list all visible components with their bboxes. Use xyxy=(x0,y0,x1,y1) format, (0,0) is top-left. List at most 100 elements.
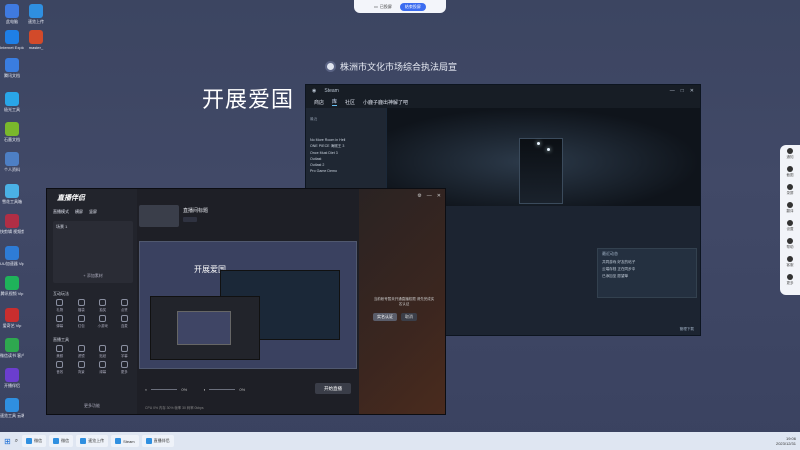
taskbar-app[interactable]: Steam xyxy=(111,435,139,447)
desktop-icon[interactable]: 此电脑 xyxy=(0,4,24,24)
mic-slider[interactable] xyxy=(151,389,178,390)
right-toolbar-item[interactable]: 截图 xyxy=(780,163,800,181)
close-icon[interactable]: ✕ xyxy=(437,193,441,199)
stream-title[interactable]: 直播间标题 xyxy=(183,207,208,214)
taskbar-app[interactable]: 直播伴侣 xyxy=(141,435,174,447)
desktop-icon[interactable]: master_ xyxy=(24,30,48,50)
scene-item[interactable]: 场景 1 xyxy=(53,221,133,233)
tool-button[interactable]: 美颜 xyxy=(49,345,71,358)
search-icon[interactable]: ⌕ xyxy=(15,438,18,445)
desktop-icon[interactable]: 速览上传 xyxy=(24,4,48,24)
app-icon xyxy=(5,4,19,18)
taskbar-app[interactable]: 微信 xyxy=(22,435,47,447)
desktop-icon[interactable]: 速览工具 云端版 xyxy=(0,398,24,418)
clock[interactable]: 19:06 2023/12/31 xyxy=(776,436,796,446)
desktop-icon[interactable]: UU加速器 Vip xyxy=(0,246,24,266)
tool-button[interactable]: 背景 xyxy=(71,361,93,374)
right-toolbar-item[interactable]: 帮助 xyxy=(780,235,800,253)
desktop-icon[interactable]: 腾讯视频 Vip xyxy=(0,276,24,296)
toolbar-icon xyxy=(787,256,793,262)
tool-button[interactable]: 滤镜 xyxy=(71,345,93,358)
app-icon xyxy=(5,276,19,290)
monitor-indicator: ▭ 已投屏 xyxy=(374,4,392,10)
start-stream-button[interactable]: 开始直播 xyxy=(315,383,351,394)
speaker-slider[interactable] xyxy=(209,389,236,390)
tab-portrait[interactable]: 竖屏 xyxy=(89,209,97,215)
taskbar-app[interactable]: 速览上传 xyxy=(76,435,109,447)
stop-share-button[interactable]: 结束投屏 xyxy=(399,2,426,11)
cover-thumbnail[interactable] xyxy=(139,205,179,227)
nav-store[interactable]: 商店 xyxy=(314,99,324,106)
monitor-icon: ▭ xyxy=(374,4,378,9)
preview-nested-streamer xyxy=(150,296,260,360)
speaker-control[interactable]: ◑ 0% xyxy=(203,387,245,392)
maximize-icon[interactable]: □ xyxy=(681,88,684,94)
nav-profile[interactable]: 小鹿子鹿出神解了吧 xyxy=(363,99,408,106)
cancel-button[interactable]: 取消 xyxy=(401,313,417,321)
right-toolbar-item[interactable]: 翻译 xyxy=(780,199,800,217)
tool-button[interactable]: 音效 xyxy=(49,361,71,374)
panel-item[interactable]: 已添加至 愿望单 xyxy=(598,273,696,280)
desktop-icon-label: 腾讯文档 xyxy=(4,73,20,78)
right-toolbar-item[interactable]: 录屏 xyxy=(780,181,800,199)
more-functions[interactable]: 更多功能 xyxy=(47,403,137,409)
tool-button[interactable]: 连麦 xyxy=(114,315,136,328)
tab-mode[interactable]: 直播模式 xyxy=(53,209,69,215)
right-toolbar-item[interactable]: 设置 xyxy=(780,217,800,235)
tool-button[interactable]: 更多 xyxy=(114,361,136,374)
app-icon xyxy=(5,58,19,72)
panel-item[interactable]: 共同游戏 好友的帖子 xyxy=(598,259,696,266)
tool-button[interactable]: 绿幕 xyxy=(92,361,114,374)
right-toolbar: 通知 截图 录屏 翻译 设置 帮助 客服 更多 xyxy=(780,145,800,295)
desktop-icon[interactable]: 快剪辑 视频剪辑 xyxy=(0,214,24,234)
tool-button[interactable]: 贴纸 xyxy=(92,345,114,358)
tool-button[interactable]: 小游戏 xyxy=(92,315,114,328)
desktop-icon[interactable]: 微信读书 客户端 xyxy=(0,338,24,358)
tool-button[interactable]: 点赞 xyxy=(114,299,136,312)
desktop-icon[interactable]: 雪花工具箱 xyxy=(0,184,24,204)
speaker-icon[interactable]: ◑ xyxy=(203,387,205,392)
nav-community[interactable]: 社区 xyxy=(345,99,355,106)
tool-icon xyxy=(99,315,107,322)
right-toolbar-item[interactable]: 通知 xyxy=(780,145,800,163)
download-status[interactable]: 管理下载 xyxy=(680,327,694,332)
close-icon[interactable]: ✕ xyxy=(690,88,694,94)
nav-library[interactable]: 库 xyxy=(332,98,338,106)
tool-icon xyxy=(56,299,64,306)
mic-control[interactable]: ◐ 0% xyxy=(145,387,187,392)
minimize-icon[interactable]: — xyxy=(427,193,432,199)
steam-title: Steam xyxy=(324,87,339,94)
desktop-icon[interactable]: 极光工具 xyxy=(0,92,24,112)
desktop-icon[interactable]: Internet Explorer xyxy=(0,30,24,50)
tool-button[interactable]: 礼物 xyxy=(49,299,71,312)
taskbar-app-icon xyxy=(145,438,152,444)
right-toolbar-item[interactable]: 客服 xyxy=(780,253,800,271)
app-icon xyxy=(5,152,19,166)
app-icon xyxy=(5,214,19,228)
desktop-icon[interactable]: 个人资料 xyxy=(0,152,24,172)
category-tag[interactable] xyxy=(183,217,197,222)
right-toolbar-item[interactable]: 更多 xyxy=(780,271,800,289)
minimize-icon[interactable]: — xyxy=(670,88,675,94)
desktop-icon[interactable]: 爱奇艺 Vip xyxy=(0,308,24,328)
tool-button[interactable]: 福袋 xyxy=(71,299,93,312)
verify-button[interactable]: 实名认证 xyxy=(373,313,397,321)
tool-button[interactable]: 弹幕 xyxy=(49,315,71,328)
settings-icon[interactable]: ⚙ xyxy=(417,193,421,199)
desktop-icon[interactable]: 开播伴侣 xyxy=(0,368,24,388)
library-game-item[interactable]: Pro Game Demo xyxy=(306,168,386,174)
tool-button[interactable]: 红包 xyxy=(71,315,93,328)
taskbar-app[interactable]: 微信 xyxy=(49,435,74,447)
windows-start-icon[interactable]: ⊞ xyxy=(4,437,11,446)
desktop-icon[interactable]: 腾讯文档 xyxy=(0,58,24,78)
mic-icon[interactable]: ◐ xyxy=(145,387,147,392)
add-source-button[interactable]: + 添加素材 xyxy=(53,273,133,279)
desktop-icon[interactable]: 石墨文档 xyxy=(0,122,24,142)
app-icon xyxy=(5,184,19,198)
panel-item[interactable]: 云端存档 正在同步中 xyxy=(598,266,696,273)
tab-landscape[interactable]: 横屏 xyxy=(75,209,83,215)
tool-label: 滤镜 xyxy=(77,354,85,358)
tool-button[interactable]: 抽奖 xyxy=(92,299,114,312)
library-game-item[interactable]: ONE PIECE 海贼王 3 xyxy=(306,143,386,150)
tool-button[interactable]: 字幕 xyxy=(114,345,136,358)
